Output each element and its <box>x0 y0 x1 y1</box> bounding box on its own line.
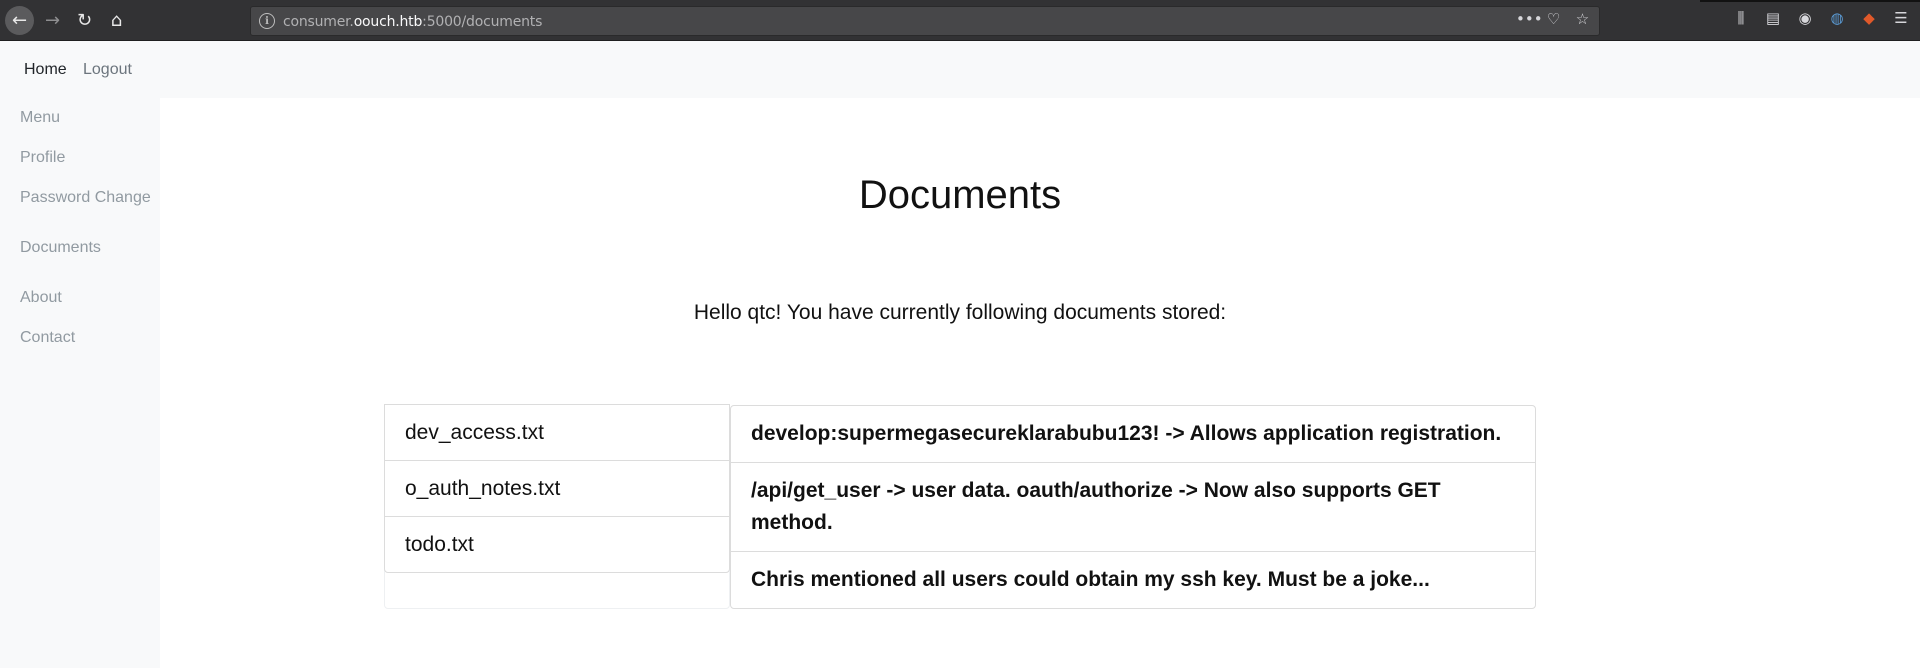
reload-icon[interactable]: ↻ <box>70 6 99 35</box>
browser-toolbar: ← → ↻ ⌂ i consumer.oouch.htb:5000/docume… <box>0 0 1920 41</box>
document-names-list: dev_access.txt o_auth_notes.txt todo.txt <box>384 404 730 609</box>
toolbar-icons: ⫼ ▤ ◉ ◍ ◆ ☰ <box>1732 9 1910 29</box>
library-icon[interactable]: ⫼ <box>1732 9 1750 29</box>
url-text[interactable]: consumer.oouch.htb:5000/documents <box>283 14 542 30</box>
site-info-icon[interactable]: i <box>259 13 275 29</box>
page-title: Documents <box>858 173 1062 217</box>
sidebar-item-profile[interactable]: Profile <box>20 149 65 167</box>
nav-logout-link[interactable]: Logout <box>83 61 132 79</box>
extension-icon[interactable]: ◍ <box>1828 9 1846 29</box>
document-content-item: develop:supermegasecureklarabubu123! -> … <box>730 405 1536 463</box>
address-bar[interactable]: i consumer.oouch.htb:5000/documents ••• … <box>250 6 1600 36</box>
tab-strip <box>1700 0 1920 2</box>
sidebar: Menu Profile Password Change Documents A… <box>0 98 160 668</box>
account-icon[interactable]: ◉ <box>1796 9 1814 29</box>
page-actions-icon[interactable]: ••• <box>1516 10 1543 28</box>
url-prefix: consumer. <box>283 14 354 30</box>
foxyproxy-icon[interactable]: ◆ <box>1860 9 1878 29</box>
sidebar-item-menu[interactable]: Menu <box>20 109 60 127</box>
sidebar-item-contact[interactable]: Contact <box>20 329 75 347</box>
document-name-item: o_auth_notes.txt <box>384 460 730 517</box>
nav-home-link[interactable]: Home <box>24 61 67 79</box>
pocket-icon[interactable]: ♡ <box>1545 10 1562 28</box>
sidebar-toggle-icon[interactable]: ▤ <box>1764 9 1782 29</box>
forward-arrow-icon[interactable]: → <box>38 6 67 35</box>
url-suffix: :5000/documents <box>422 14 543 30</box>
document-content-item: /api/get_user -> user data. oauth/author… <box>730 462 1536 552</box>
document-content-item: Chris mentioned all users could obtain m… <box>730 551 1536 609</box>
back-arrow-icon[interactable]: ← <box>5 6 34 35</box>
top-navbar: Home Logout <box>0 41 1920 98</box>
url-actions: ••• ♡ ☆ <box>1516 10 1591 28</box>
bookmark-star-icon[interactable]: ☆ <box>1574 10 1591 28</box>
menu-hamburger-icon[interactable]: ☰ <box>1892 9 1910 29</box>
sidebar-item-about[interactable]: About <box>20 289 62 307</box>
greeting-text: Hello qtc! You have currently following … <box>693 301 1227 324</box>
sidebar-item-password-change[interactable]: Password Change <box>20 189 151 207</box>
url-host: oouch.htb <box>353 14 423 30</box>
document-name-item: dev_access.txt <box>384 404 730 461</box>
document-contents-list: develop:supermegasecureklarabubu123! -> … <box>730 405 1536 609</box>
home-icon[interactable]: ⌂ <box>102 6 131 35</box>
document-name-item: todo.txt <box>384 516 730 573</box>
sidebar-item-documents[interactable]: Documents <box>20 239 101 257</box>
